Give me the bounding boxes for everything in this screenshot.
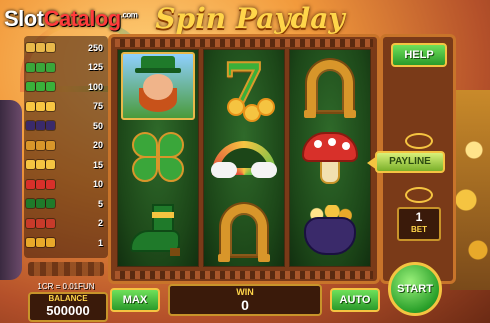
paytable-row: 15 — [26, 157, 106, 172]
autoplay-button[interactable]: AUTO — [330, 288, 380, 312]
reel-frame-top-ornament — [115, 39, 373, 47]
site-logo: SlotCatalog.com — [4, 6, 138, 31]
reel-cell: 7 — [204, 50, 284, 122]
paytable-value: 15 — [92, 159, 103, 170]
paytable-value: 50 — [92, 120, 103, 131]
reel-cell — [118, 50, 198, 122]
paytable-value: 10 — [92, 179, 103, 189]
reel-frame-bottom-ornament — [115, 271, 373, 279]
balance-value: 500000 — [46, 303, 90, 318]
paytable-row: 250 — [26, 40, 106, 55]
rainbow-symbol — [211, 141, 277, 178]
reel-cell — [204, 122, 284, 194]
clover-symbol — [128, 128, 188, 188]
paytable-row: 100 — [26, 79, 106, 94]
seven-symbol: 7 — [222, 55, 274, 120]
reel-2: 7 — [203, 49, 285, 267]
leprechaun-icon — [26, 43, 74, 52]
reel-frame: 7 — [108, 34, 380, 284]
paytable-value: 100 — [87, 81, 103, 92]
win-value: 0 — [241, 297, 249, 313]
horseshoe-symbol — [218, 204, 270, 262]
bet-box[interactable]: 1 BET — [397, 207, 441, 241]
paytable: 250 125 100 75 50 20 15 10 5 2 1 — [24, 36, 108, 258]
boot-icon — [26, 199, 74, 208]
win-display: WIN 0 — [168, 284, 322, 316]
background-coin-pile — [450, 90, 490, 290]
clover-icon — [26, 62, 74, 72]
gem-icon — [26, 218, 74, 228]
reel-cell — [204, 194, 284, 266]
reels: 7 — [117, 49, 371, 267]
game-title: Spin Payday — [155, 2, 345, 35]
leprechaun-symbol — [121, 52, 195, 120]
reel-cell — [290, 122, 370, 194]
celtic-knot-icon — [405, 133, 433, 149]
boot-symbol — [126, 202, 190, 258]
paytable-value: 5 — [97, 198, 103, 209]
paytable-row: 20 — [26, 138, 106, 153]
paytable-row: 75 — [26, 99, 106, 114]
mushroom-symbol — [300, 128, 360, 188]
paytable-row: 5 — [26, 196, 106, 211]
max-bet-button[interactable]: MAX — [110, 288, 160, 312]
reel-cell — [290, 194, 370, 266]
reel-cell — [118, 122, 198, 194]
paytable-value: 250 — [87, 42, 103, 53]
paytable-value: 1 — [97, 237, 103, 248]
right-panel: HELP PAYLINE 1 BET — [367, 34, 456, 284]
pot-icon — [26, 121, 74, 130]
paytable-row: 50 — [26, 118, 106, 133]
payline-button[interactable]: PAYLINE — [367, 151, 445, 173]
paytable-value: 75 — [92, 101, 103, 111]
balance-box: BALANCE 500000 — [28, 292, 108, 322]
credit-info: 1CR = 0.01FUN — [37, 282, 95, 291]
seven-icon — [26, 82, 74, 91]
reel-cell — [290, 50, 370, 122]
celtic-knot-icon — [405, 187, 433, 203]
paytable-row: 10 — [26, 177, 106, 192]
paytable-value: 20 — [92, 140, 103, 150]
paytable-row: 125 — [26, 60, 106, 75]
coin-icon — [26, 238, 74, 247]
mushroom-icon — [26, 179, 74, 189]
help-button[interactable]: HELP — [391, 43, 447, 67]
paytable-value: 125 — [87, 62, 103, 72]
paytable-row: 2 — [26, 216, 106, 231]
balance-panel: 1CR = 0.01FUN BALANCE 500000 — [24, 262, 108, 322]
reel-1 — [117, 49, 199, 267]
rainbow-icon — [26, 101, 74, 111]
horseshoe-symbol — [304, 60, 356, 118]
seven-small-icon — [26, 160, 74, 169]
paytable-value: 2 — [97, 218, 103, 228]
start-spin-button[interactable]: START — [388, 262, 442, 316]
decorative-strip — [28, 262, 104, 276]
bet-label: BET — [411, 225, 427, 234]
reel-cell — [118, 194, 198, 266]
background-pot — [0, 100, 22, 280]
horseshoe-icon — [26, 140, 74, 150]
paytable-row: 1 — [26, 235, 106, 250]
reel-3 — [289, 49, 371, 267]
pot-of-gold-symbol — [300, 201, 360, 259]
bet-value: 1 — [415, 210, 423, 224]
